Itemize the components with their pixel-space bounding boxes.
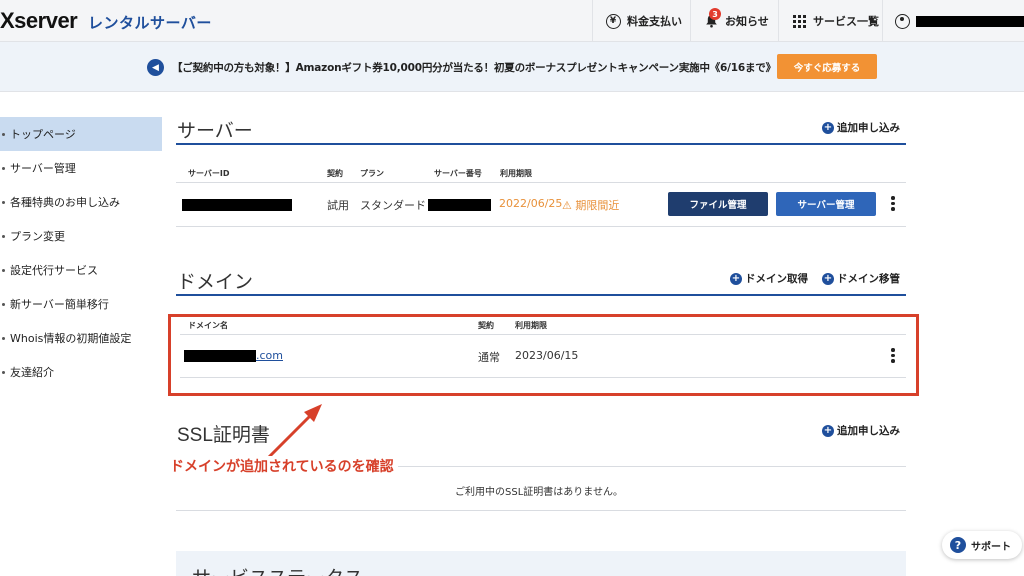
- file-manager-button[interactable]: ファイル管理: [668, 192, 768, 216]
- sidebar-item-setup-service[interactable]: 設定代行サービス: [0, 253, 162, 287]
- header: Xserver レンタルサーバー ¥ 料金支払い 3 お知らせ サービス一覧: [0, 0, 1024, 42]
- domain-section-divider: [176, 294, 906, 296]
- ssl-add-link[interactable]: + 追加申し込み: [822, 423, 900, 438]
- grid-icon: [791, 13, 807, 29]
- plus-circle-icon: +: [822, 272, 834, 285]
- server-manager-button[interactable]: サーバー管理: [776, 192, 876, 216]
- ssl-empty-message: ご利用中のSSL証明書はありません。: [455, 487, 623, 498]
- billing-button[interactable]: ¥ 料金支払い: [592, 0, 685, 42]
- notice-label: お知らせ: [725, 15, 769, 28]
- col-plan: プラン: [360, 169, 384, 178]
- col-contract: 契約: [327, 169, 343, 178]
- server-more-icon[interactable]: [891, 196, 895, 211]
- megaphone-icon: ◀: [147, 59, 164, 76]
- domain-transfer-link[interactable]: + ドメイン移管: [822, 271, 900, 286]
- table-divider: [176, 182, 906, 183]
- sidebar-item-top[interactable]: トップページ: [0, 117, 162, 151]
- plus-circle-icon: +: [822, 424, 834, 437]
- col-server-number: サーバー番号: [434, 169, 482, 178]
- yen-icon: ¥: [605, 13, 621, 29]
- logo-subtitle[interactable]: レンタルサーバー: [88, 12, 212, 33]
- username-redacted: [916, 15, 1024, 27]
- plus-circle-icon: +: [822, 121, 834, 134]
- sidebar: トップページ サーバー管理 各種特典のお申し込み プラン変更 設定代行サービス …: [0, 117, 162, 389]
- logo[interactable]: Xserver: [0, 8, 78, 34]
- services-label: サービス一覧: [813, 15, 879, 28]
- support-button[interactable]: ? サポート: [942, 531, 1022, 559]
- banner-text[interactable]: 【ご契約中の方も対象！】Amazonギフト券10,000円分が当たる！初夏のボー…: [172, 60, 776, 75]
- user-menu[interactable]: [882, 0, 1024, 42]
- domain-acquire-link[interactable]: + ドメイン取得: [730, 271, 808, 286]
- server-section-divider: [176, 143, 906, 145]
- col-expiry: 利用期限: [500, 169, 532, 178]
- server-number-redacted: [428, 199, 491, 211]
- plus-circle-icon: +: [730, 272, 742, 285]
- question-icon: ?: [950, 537, 966, 553]
- notice-button[interactable]: 3 お知らせ: [690, 0, 778, 42]
- annotation-text: ドメインが追加されているのを確認: [170, 456, 398, 476]
- server-contract: 試用: [327, 199, 349, 212]
- sidebar-item-server[interactable]: サーバー管理: [0, 151, 162, 185]
- sidebar-item-migration[interactable]: 新サーバー簡単移行: [0, 287, 162, 321]
- server-id-redacted: [182, 199, 292, 211]
- billing-label: 料金支払い: [627, 15, 682, 28]
- status-section-title: サービスステータス: [192, 563, 363, 576]
- ssl-divider: [176, 510, 906, 511]
- server-expiry: 2022/06/25: [499, 197, 563, 210]
- sidebar-item-referral[interactable]: 友達紹介: [0, 355, 162, 389]
- services-button[interactable]: サービス一覧: [778, 0, 882, 42]
- annotation-arrow-icon: [266, 404, 322, 460]
- user-icon: [895, 13, 911, 29]
- highlight-box: [168, 314, 919, 396]
- sidebar-item-whois[interactable]: Whois情報の初期値設定: [0, 321, 162, 355]
- sidebar-item-benefits[interactable]: 各種特典のお申し込み: [0, 185, 162, 219]
- warning-icon: ⚠: [562, 199, 572, 212]
- server-add-link[interactable]: + 追加申し込み: [822, 120, 900, 135]
- col-server-id: サーバーID: [188, 169, 230, 178]
- apply-now-button[interactable]: 今すぐ応募する: [777, 54, 877, 79]
- notification-badge: 3: [709, 8, 721, 20]
- table-divider: [176, 226, 906, 227]
- sidebar-item-plan-change[interactable]: プラン変更: [0, 219, 162, 253]
- ssl-section-title: SSL証明書: [177, 425, 270, 446]
- server-section-title: サーバー: [177, 121, 253, 142]
- expiry-warning: ⚠ 期限間近: [562, 199, 620, 212]
- domain-section-title: ドメイン: [177, 272, 254, 293]
- server-plan: スタンダード: [360, 199, 426, 212]
- bell-icon: 3: [703, 8, 721, 29]
